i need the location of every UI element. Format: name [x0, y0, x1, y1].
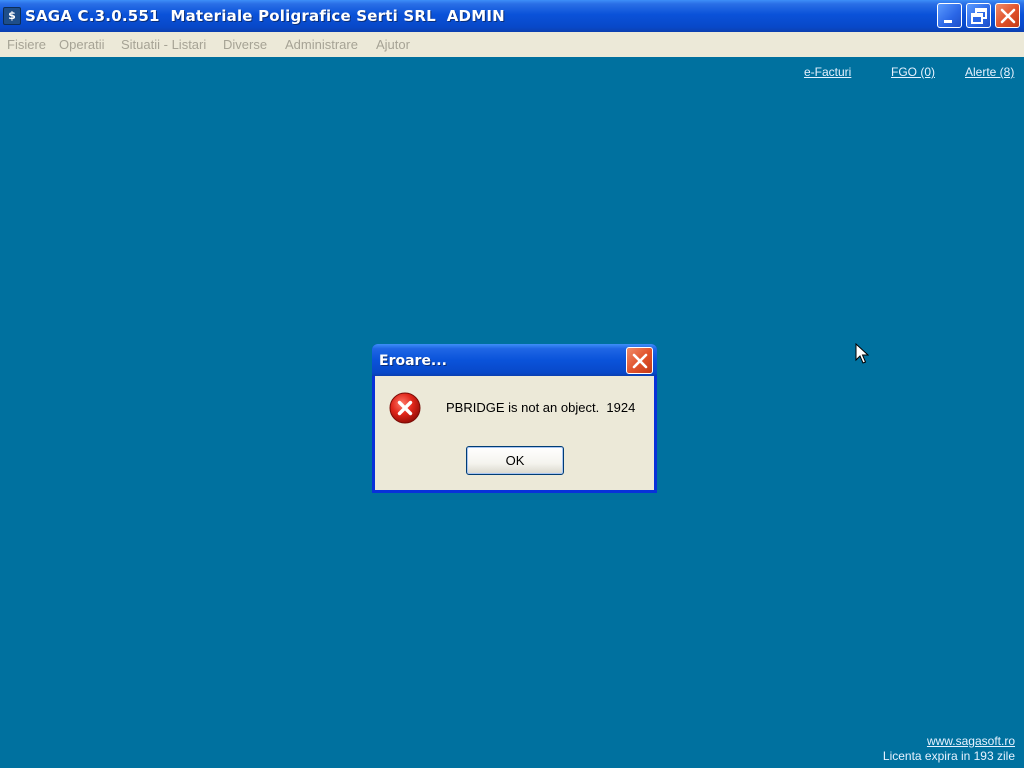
menu-bar: Fisiere Operatii Situatii - Listari Dive…: [0, 32, 1024, 57]
window-title: SAGA C.3.0.551 Materiale Poligrafice Ser…: [25, 7, 505, 25]
close-icon: [632, 353, 648, 369]
dialog-title-bar[interactable]: Eroare...: [372, 344, 657, 376]
close-icon: [1000, 8, 1016, 24]
dialog-body: PBRIDGE is not an object. 1924 OK: [375, 376, 654, 490]
error-icon: [389, 392, 421, 424]
menu-operatii[interactable]: Operatii: [59, 37, 105, 52]
menu-diverse[interactable]: Diverse: [223, 37, 267, 52]
menu-fisiere[interactable]: Fisiere: [7, 37, 46, 52]
restore-button[interactable]: [966, 3, 991, 28]
alerte-link[interactable]: Alerte (8): [965, 65, 1014, 79]
dialog-title: Eroare...: [379, 353, 447, 369]
error-dialog: Eroare... PBRIDGE is not an object. 1924…: [372, 344, 657, 493]
efacturi-link[interactable]: e-Facturi: [804, 65, 851, 79]
title-bar[interactable]: $ SAGA C.3.0.551 Materiale Poligrafice S…: [0, 0, 1024, 32]
app-icon[interactable]: $: [3, 7, 21, 25]
license-status: Licenta expira in 193 zile: [882, 749, 1015, 763]
dialog-close-button[interactable]: [626, 347, 653, 374]
restore-icon: [971, 8, 987, 24]
menu-ajutor[interactable]: Ajutor: [376, 37, 410, 52]
fgo-link[interactable]: FGO (0): [891, 65, 935, 79]
menu-situatii-listari[interactable]: Situatii - Listari: [121, 37, 206, 52]
close-button[interactable]: [995, 3, 1020, 28]
dialog-message: PBRIDGE is not an object. 1924: [446, 400, 636, 415]
website-link[interactable]: www.sagasoft.ro: [927, 734, 1015, 748]
mouse-cursor-icon: [855, 343, 869, 364]
minimize-button[interactable]: [937, 3, 962, 28]
ok-button[interactable]: OK: [466, 446, 564, 475]
menu-administrare[interactable]: Administrare: [285, 37, 358, 52]
minimize-icon: [944, 20, 952, 23]
